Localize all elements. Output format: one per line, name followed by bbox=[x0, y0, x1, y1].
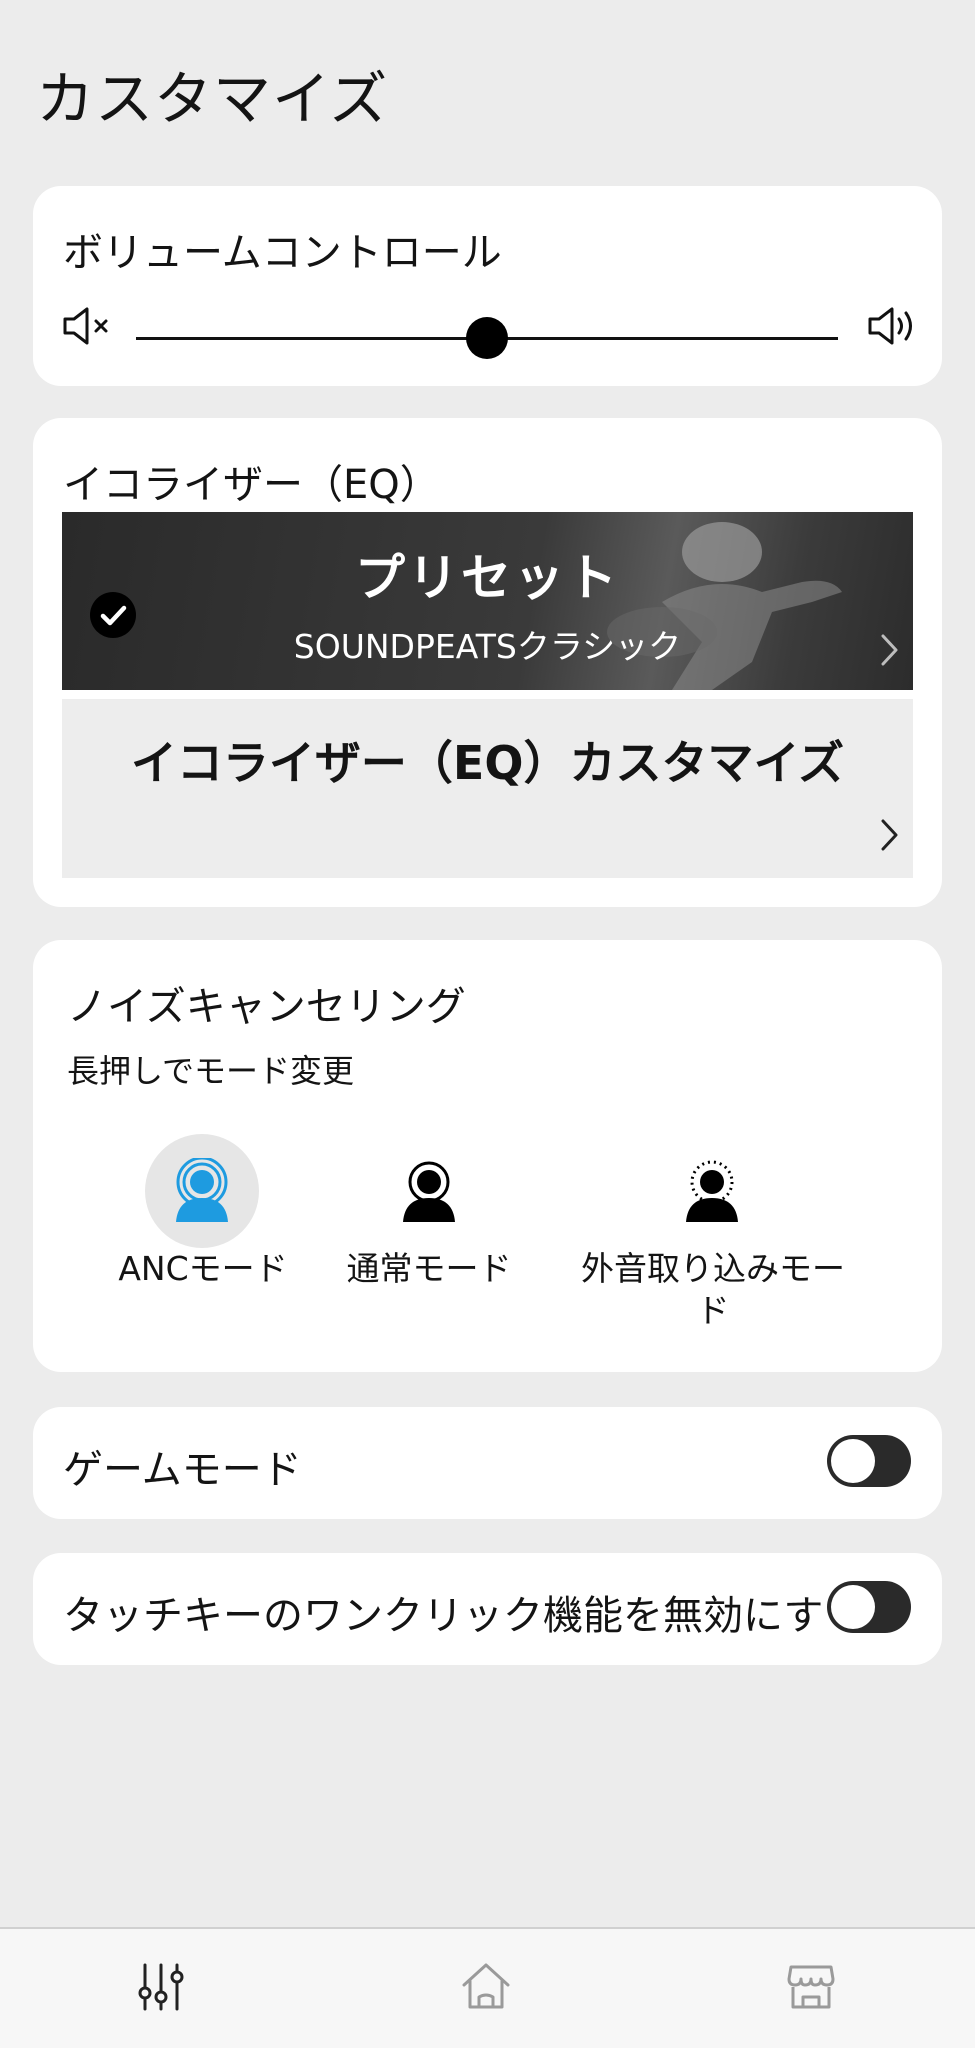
touch-key-label: タッチキーのワンクリック機能を無効にす bbox=[63, 1593, 824, 1639]
eq-custom-tile[interactable]: イコライザー（EQ）カスタマイズ bbox=[62, 699, 913, 878]
chevron-right-icon bbox=[881, 634, 898, 666]
mute-icon[interactable] bbox=[61, 304, 113, 348]
chevron-right-icon bbox=[881, 819, 898, 851]
eq-custom-title: イコライザー（EQ）カスタマイズ bbox=[130, 736, 845, 790]
noise-cancelling-subtitle: 長押しでモード変更 bbox=[67, 1052, 355, 1090]
preset-title: プリセット bbox=[355, 549, 620, 607]
bottom-navigation bbox=[0, 1927, 975, 2048]
anc-mode-button[interactable] bbox=[145, 1134, 259, 1248]
preset-selected-name: SOUNDPEATSクラシック bbox=[293, 627, 682, 666]
game-mode-label: ゲームモード bbox=[63, 1447, 302, 1493]
store-icon[interactable] bbox=[783, 1959, 839, 2015]
volume-slider-thumb[interactable] bbox=[466, 317, 508, 359]
noise-cancelling-card: ノイズキャンセリング 長押しでモード変更 ANCモード 通常モード 外音取り込み… bbox=[33, 940, 942, 1372]
game-mode-toggle[interactable] bbox=[827, 1435, 911, 1487]
anc-icon bbox=[176, 1158, 228, 1222]
game-mode-card: ゲームモード bbox=[33, 1407, 942, 1519]
ambient-mode-button[interactable] bbox=[655, 1134, 769, 1248]
normal-icon bbox=[403, 1161, 455, 1222]
customize-screen: カスタマイズ ボリュームコントロール イコライザー（EQ） プリセット SOUN… bbox=[0, 0, 975, 2048]
speaker-icon[interactable] bbox=[866, 304, 918, 348]
ambient-icon bbox=[686, 1160, 738, 1222]
touch-key-toggle[interactable] bbox=[827, 1581, 911, 1633]
toggle-knob bbox=[831, 1585, 875, 1629]
equalizer-title: イコライザー（EQ） bbox=[63, 462, 440, 508]
anc-mode-label: ANCモード bbox=[118, 1249, 288, 1288]
normal-mode-label: 通常モード bbox=[346, 1249, 512, 1288]
page-title: カスタマイズ bbox=[36, 65, 389, 133]
noise-cancelling-title: ノイズキャンセリング bbox=[67, 984, 466, 1030]
toggle-knob bbox=[831, 1439, 875, 1483]
eq-preset-tile[interactable]: プリセット SOUNDPEATSクラシック bbox=[62, 512, 913, 690]
ambient-mode-label: 外音取り込みモー ド bbox=[581, 1249, 845, 1330]
equalizer-icon[interactable] bbox=[133, 1959, 189, 2015]
home-icon[interactable] bbox=[458, 1959, 514, 2015]
volume-control-card: ボリュームコントロール bbox=[33, 186, 942, 386]
normal-mode-button[interactable] bbox=[372, 1134, 486, 1248]
volume-control-title: ボリュームコントロール bbox=[63, 230, 502, 276]
equalizer-card: イコライザー（EQ） プリセット SOUNDPEATSクラシック イコライザー（… bbox=[33, 418, 942, 907]
touch-key-card: タッチキーのワンクリック機能を無効にす bbox=[33, 1553, 942, 1665]
